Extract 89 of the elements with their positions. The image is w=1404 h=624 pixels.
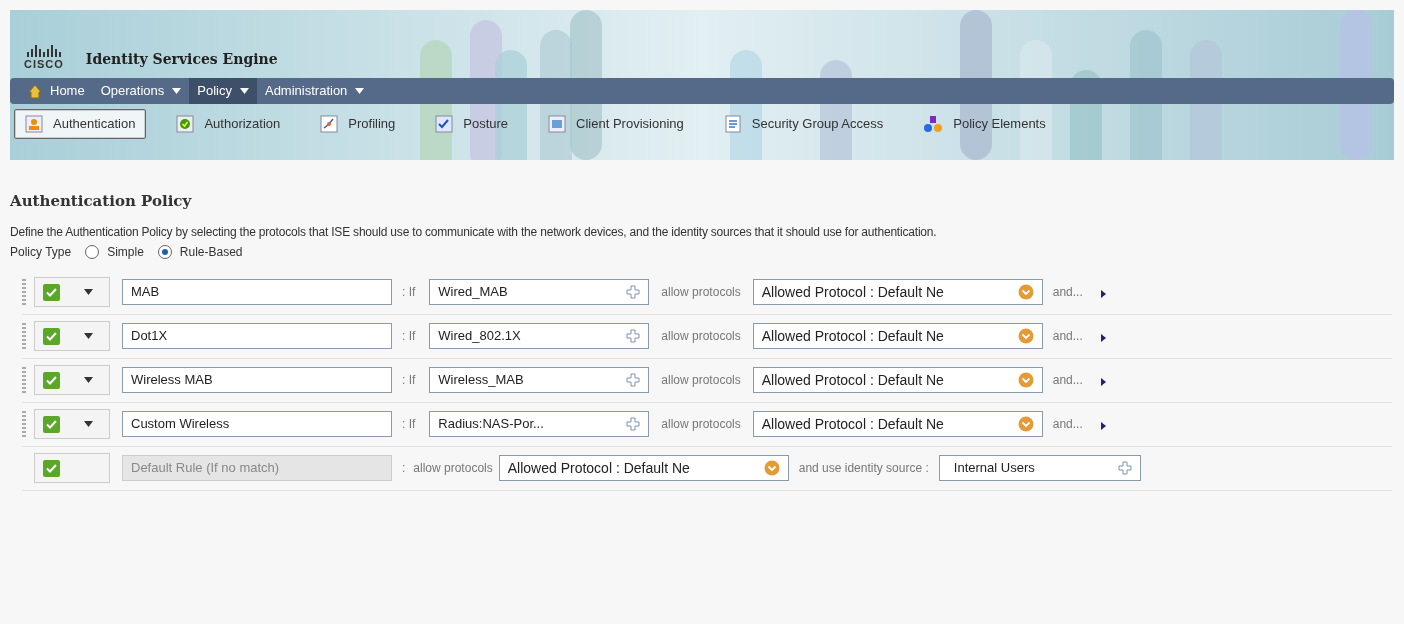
identity-source-field[interactable]: Internal Users [938,455,1141,481]
checklist-icon [435,115,454,133]
if-label: : If [402,416,416,433]
nav-menu-item[interactable]: Home [20,78,93,104]
document-icon [723,115,742,133]
nav-menu-item[interactable]: Operations [92,78,190,104]
condition-field[interactable]: Wired_802.1X [429,323,650,349]
if-label: : If [402,284,416,301]
checkbox[interactable] [43,283,60,301]
allow-protocols-label: allow protocols [661,372,741,389]
input-field[interactable]: Dot1X [122,323,392,349]
caret-icon [84,289,93,295]
checkmark-icon [46,375,57,385]
product-title: Identity Services Engine [85,50,278,69]
expand-arrow-icon[interactable] [1100,422,1106,430]
separator-label: : [402,460,406,477]
allow-protocols-label: allow protocols [661,416,741,433]
protocol-select[interactable]: Allowed Protocol : Default Ne [752,411,1043,437]
policy-type-label: Policy Type [10,243,72,261]
plus-icon[interactable] [1117,461,1132,475]
input-field[interactable]: MAB [122,279,392,305]
and-link[interactable]: and... [1052,415,1083,433]
home-icon [28,83,42,99]
and-link[interactable]: and... [1052,371,1083,389]
drag-handle[interactable] [22,279,26,305]
condition-field[interactable]: Radius:NAS-Por... [429,411,650,437]
radio-option[interactable]: Rule-Based [157,242,243,261]
dropdown-icon[interactable] [1017,372,1034,388]
policy-tab[interactable]: Authentication [14,109,147,139]
checkmark-icon [46,463,57,473]
expand-arrow-icon[interactable] [1100,334,1106,342]
protocol-select[interactable]: Allowed Protocol : Default Ne [752,279,1043,305]
policy-tab[interactable]: Authorization [166,109,291,139]
nav-menu-item[interactable]: Policy [189,78,257,104]
protocol-select[interactable]: Allowed Protocol : Default Ne [752,323,1043,349]
and-link[interactable]: and... [1052,283,1083,301]
caret-icon [84,421,93,427]
allow-protocols-label: allow protocols [661,284,741,301]
policy-description: Define the Authentication Policy by selecting the protocols that ISE should use to communicate with the network devices, and the identity sources that it should use for authentication. [10,223,938,241]
if-label: : If [402,328,416,345]
condition-field[interactable]: Wireless_MAB [429,367,650,393]
if-label: : If [402,372,416,389]
dropdown-icon[interactable] [1017,284,1034,300]
allow-protocols-label: allow protocols [413,460,493,477]
plus-icon[interactable] [626,417,641,431]
policy-tab[interactable]: Client Provisioning [538,109,694,139]
policy-tab[interactable]: Profiling [310,109,406,139]
plus-icon[interactable] [626,329,641,343]
policy-tab[interactable]: Posture [425,109,519,139]
drag-handle[interactable] [22,323,26,349]
network-icon [320,115,339,133]
policy-tab[interactable]: Security Group Access [713,109,894,139]
user-icon [25,115,43,133]
checkmark-icon [46,419,57,429]
logo-bars-icon [26,45,61,57]
checkbox[interactable] [43,327,60,345]
expand-arrow-icon[interactable] [1100,290,1106,298]
cubes-icon [923,115,944,133]
window-icon [548,115,567,133]
radio-icon[interactable] [157,244,172,259]
expand-arrow-icon[interactable] [1100,378,1106,386]
radio-option[interactable]: Simple [85,242,144,261]
nav-menu-item[interactable]: Administration [256,78,373,104]
checkbox[interactable] [43,371,60,389]
checkbox[interactable] [43,415,60,433]
identity-source-label: and use identity source : [798,460,929,477]
drag-handle[interactable] [22,411,26,437]
radio-icon[interactable] [85,244,100,259]
caret-icon [84,333,93,339]
dropdown-icon[interactable] [763,460,780,476]
checkbox[interactable] [43,459,60,477]
condition-field[interactable]: Wired_MAB [429,279,650,305]
dropdown-icon[interactable] [1017,328,1034,344]
plus-icon[interactable] [626,373,641,387]
and-link[interactable]: and... [1052,327,1083,345]
policy-tab[interactable]: Policy Elements [913,109,1056,139]
dropdown-icon[interactable] [1017,416,1034,432]
input-field[interactable]: Custom Wireless [122,411,392,437]
allow-protocols-label: allow protocols [661,328,741,345]
drag-handle[interactable] [22,367,26,393]
protocol-select[interactable]: Allowed Protocol : Default Ne [752,367,1043,393]
input-field[interactable]: Wireless MAB [122,367,392,393]
logo-text: CISCO [24,59,64,70]
page-title: Authentication Policy [10,191,193,212]
checkmark-icon [46,287,57,297]
plus-icon[interactable] [626,285,641,299]
protocol-select[interactable]: Allowed Protocol : Default Ne [498,455,789,481]
caret-icon [84,377,93,383]
checkmark-icon [46,331,57,341]
